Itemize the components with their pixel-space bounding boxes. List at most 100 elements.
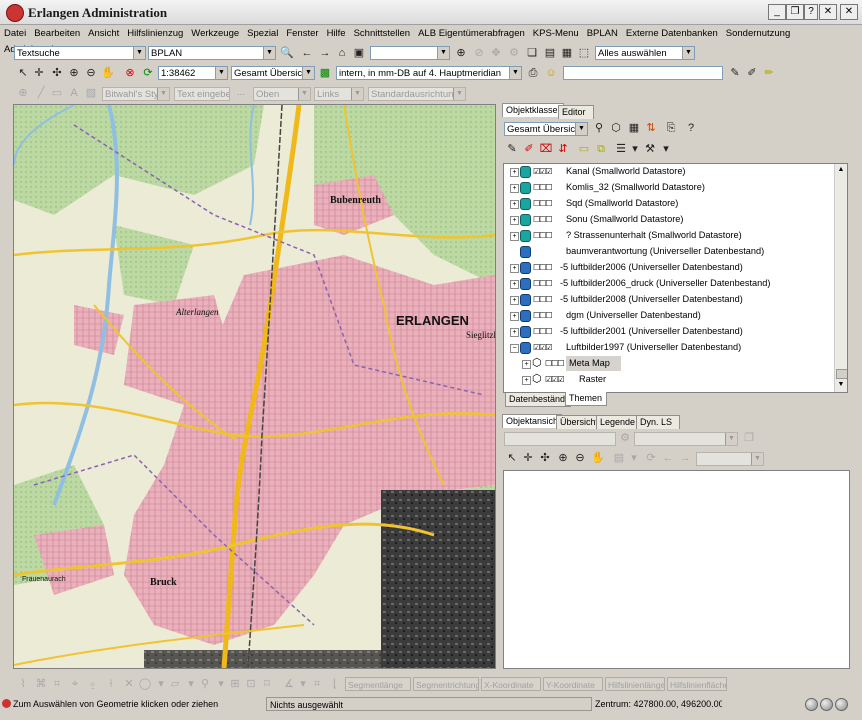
move-icon[interactable]: ✣ <box>538 451 552 465</box>
pan-hand-icon[interactable]: ✋ <box>101 66 115 80</box>
bplan-select[interactable]: BPLAN ▼ <box>148 46 276 60</box>
dropdown-icon-2: ▾ <box>188 678 194 690</box>
list-dropdown-icon[interactable]: ▾ <box>628 142 642 156</box>
object-icon[interactable]: ⬡ <box>609 121 623 135</box>
tab-objektansicht[interactable]: Objektansicht <box>502 414 562 428</box>
status-selection: Nichts ausgewählt <box>266 697 592 711</box>
point-tool-icon: ⊕ <box>18 87 28 99</box>
stop-icon[interactable]: ⊗ <box>123 66 137 80</box>
tools-icon[interactable]: ⚒ <box>643 142 657 156</box>
menu-item[interactable]: BPLAN <box>583 26 622 42</box>
zoom-out-icon[interactable]: ⊖ <box>573 451 587 465</box>
zoom-in-icon[interactable]: ⊕ <box>556 451 570 465</box>
view-select[interactable]: Gesamt Übersicht ▼ <box>231 66 315 80</box>
draw-icon-4: ⌖ <box>71 678 79 690</box>
status-icon <box>2 699 11 708</box>
minimize-icon[interactable]: _ <box>768 4 786 20</box>
menu-item[interactable]: Datei <box>0 26 30 42</box>
folder-copy-icon[interactable]: ⧉ <box>594 142 608 156</box>
help-icon[interactable]: ? <box>684 121 698 135</box>
select-tool-icon[interactable]: ⬚ <box>577 46 591 60</box>
menu-item[interactable]: Externe Datenbanken <box>622 26 722 42</box>
print-icon[interactable]: ⎙ <box>526 66 540 80</box>
close-icon[interactable]: ✕ <box>819 4 837 20</box>
search-go-icon[interactable]: 🔍 <box>280 46 294 60</box>
window-disabled-icon: ❐ <box>744 432 754 444</box>
list-icon[interactable]: ☰ <box>614 142 628 156</box>
crosshair-icon[interactable]: ✛ <box>521 451 535 465</box>
binoculars-icon[interactable]: ⚲ <box>592 121 606 135</box>
menu-item[interactable]: Schnittstellen <box>350 26 415 42</box>
tool-icon-8: ⊡ <box>246 678 256 690</box>
menu-item[interactable]: Werkzeuge <box>187 26 243 42</box>
crs-select[interactable]: intern, in mm-DB auf 4. Hauptmeridian ▼ <box>336 66 522 80</box>
unpick-icon[interactable]: ⌧ <box>539 142 553 156</box>
menu-item[interactable]: Spezial <box>243 26 282 42</box>
menu-item[interactable]: Sondernutzung <box>722 26 794 42</box>
tab-themen[interactable]: Themen <box>565 392 607 406</box>
copy-icon[interactable]: ❏ <box>525 46 539 60</box>
menu-item[interactable]: Bearbeiten <box>30 26 84 42</box>
line-tool-icon: ╱ <box>37 87 45 99</box>
tab-editor[interactable]: Editor <box>558 105 594 119</box>
pick-icon[interactable]: ✎ <box>505 142 519 156</box>
pan-hand-icon[interactable]: ✋ <box>591 451 605 465</box>
pointer-icon[interactable]: ↖ <box>505 451 519 465</box>
back-arrow-icon[interactable]: ← <box>300 46 314 60</box>
scroll-up-icon[interactable]: ▲ <box>836 165 846 175</box>
pointer-icon[interactable]: ↖ <box>16 66 30 80</box>
scroll-down-icon[interactable]: ▼ <box>836 380 846 390</box>
search-mode-select[interactable]: Textsuche ▼ <box>14 46 146 60</box>
pick-red-icon[interactable]: ✐ <box>522 142 536 156</box>
refresh-icon[interactable]: ⟳ <box>141 66 155 80</box>
selection-select[interactable]: Alles auswählen ▼ <box>595 46 695 60</box>
measure-icon[interactable]: ✎ <box>728 66 742 80</box>
highlighter-icon[interactable]: ✏ <box>762 66 776 80</box>
tab-objektklassen[interactable]: Objektklassen <box>502 103 564 117</box>
table-icon[interactable]: ▦ <box>560 46 574 60</box>
properties-icon[interactable]: ⎘ <box>664 121 678 135</box>
help-icon[interactable]: ? <box>804 4 818 20</box>
home-icon[interactable]: ⌂ <box>335 46 349 60</box>
move-icon[interactable]: ✣ <box>50 66 64 80</box>
app-close-icon[interactable]: ✕ <box>840 4 858 20</box>
scale-select[interactable]: 1:38462 ▼ <box>158 66 228 80</box>
grid-icon[interactable]: ▦ <box>627 121 641 135</box>
zoom-out-icon[interactable]: ⊖ <box>84 66 98 80</box>
tools-dropdown-icon[interactable]: ▾ <box>659 142 673 156</box>
objektklassen-view-select[interactable]: Gesamt Übersicht ▼ <box>504 122 588 136</box>
sort-icon[interactable]: ⇵ <box>556 142 570 156</box>
menu-item[interactable]: Ansicht <box>84 26 123 42</box>
crosshair-icon[interactable]: ✛ <box>32 66 46 80</box>
map-view[interactable]: Bubenreuth Alterlangen ERLANGEN Sieglitz… <box>13 104 496 669</box>
layer-select[interactable]: ▼ <box>370 46 450 60</box>
menu-item[interactable]: KPS-Menu <box>529 26 583 42</box>
scroll-thumb[interactable] <box>836 369 847 379</box>
menu-item[interactable]: Hilfslinienzug <box>123 26 187 42</box>
tab-legende[interactable]: Legende <box>596 415 640 429</box>
restore-icon[interactable]: ❐ <box>786 4 804 20</box>
menu-item[interactable]: Fenster <box>282 26 322 42</box>
zoom-disabled-icon: ⊘ <box>474 47 484 59</box>
layers-icon[interactable]: ▤ <box>543 46 557 60</box>
zoom-icon[interactable]: ⊕ <box>454 46 468 60</box>
tab-uebersicht[interactable]: Übersicht <box>556 415 600 429</box>
filter-icon[interactable]: ⇅ <box>644 121 658 135</box>
forward-arrow-icon[interactable]: → <box>318 46 332 60</box>
tree-scrollbar[interactable]: ▲ ▼ <box>834 164 847 392</box>
layer-dropdown-icon: ▾ <box>631 452 637 464</box>
tab-datenbestaende[interactable]: Datenbestände <box>505 393 571 407</box>
map-icon[interactable]: ▩ <box>318 66 332 80</box>
command-input[interactable] <box>563 66 723 80</box>
tab-dyn-ls[interactable]: Dyn. LS <box>636 415 680 429</box>
objektansicht-view[interactable] <box>503 470 850 669</box>
menu-item[interactable]: Hilfe <box>323 26 350 42</box>
smiley-icon[interactable]: ☺ <box>544 66 558 80</box>
zoom-in-icon[interactable]: ⊕ <box>67 66 81 80</box>
menu-item[interactable]: ALB Eigentümerabfragen <box>414 26 529 42</box>
y-koordinate-field: Y-Koordinate <box>543 677 603 691</box>
folder-icon[interactable]: ▭ <box>577 142 591 156</box>
measure-area-icon[interactable]: ✐ <box>745 66 759 80</box>
map-label-alterlangen: Alterlangen <box>175 307 219 317</box>
zoom-window-icon[interactable]: ▣ <box>352 46 366 60</box>
